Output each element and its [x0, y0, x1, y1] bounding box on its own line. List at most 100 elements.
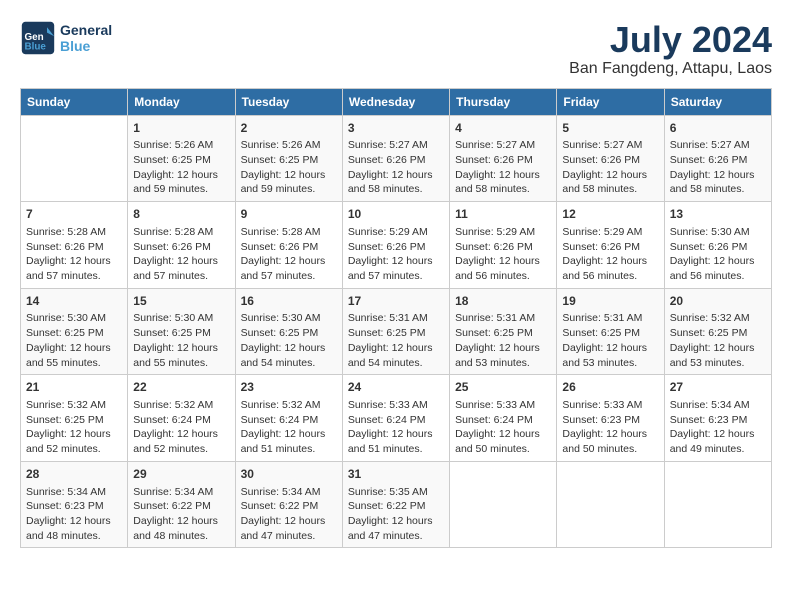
cell-content: Sunrise: 5:33 AM Sunset: 6:24 PM Dayligh… — [455, 398, 551, 457]
logo-text: General Blue — [60, 22, 112, 54]
day-number: 3 — [348, 120, 444, 137]
cell-content: Sunrise: 5:31 AM Sunset: 6:25 PM Dayligh… — [348, 311, 444, 370]
day-number: 24 — [348, 379, 444, 396]
cell-content: Sunrise: 5:27 AM Sunset: 6:26 PM Dayligh… — [670, 138, 766, 197]
day-header-friday: Friday — [557, 88, 664, 115]
calendar-week-row: 7 Sunrise: 5:28 AM Sunset: 6:26 PM Daylig… — [21, 202, 772, 289]
day-number: 18 — [455, 293, 551, 310]
day-number: 14 — [26, 293, 122, 310]
calendar-header-row: SundayMondayTuesdayWednesdayThursdayFrid… — [21, 88, 772, 115]
calendar-week-row: 14Sunrise: 5:30 AM Sunset: 6:25 PM Dayli… — [21, 288, 772, 375]
cell-content: Sunrise: 5:29 AM Sunset: 6:26 PM Dayligh… — [455, 225, 551, 284]
calendar-week-row: 21 Sunrise: 5:32 AM Sunset: 6:25 PM Dayli… — [21, 375, 772, 462]
cell-content: Sunrise: 5:30 AM Sunset: 6:26 PM Dayligh… — [670, 225, 766, 284]
title-area: July 2024 Ban Fangdeng, Attapu, Laos — [569, 20, 772, 78]
calendar-cell — [664, 461, 771, 548]
day-number: 21 — [26, 379, 122, 396]
calendar-cell: 11 Sunrise: 5:29 AM Sunset: 6:26 PM Dayli… — [450, 202, 557, 289]
day-header-monday: Monday — [128, 88, 235, 115]
day-number: 23 — [241, 379, 337, 396]
cell-content: Sunrise: 5:29 AM Sunset: 6:26 PM Dayligh… — [348, 225, 444, 284]
calendar-cell: 9Sunrise: 5:28 AM Sunset: 6:26 PM Daylig… — [235, 202, 342, 289]
calendar-cell: 4Sunrise: 5:27 AM Sunset: 6:26 PM Daylig… — [450, 115, 557, 202]
day-number: 12 — [562, 206, 658, 223]
cell-content: Sunrise: 5:28 AM Sunset: 6:26 PM Dayligh… — [241, 225, 337, 284]
day-number: 7 — [26, 206, 122, 223]
cell-content: Sunrise: 5:29 AM Sunset: 6:26 PM Dayligh… — [562, 225, 658, 284]
calendar-cell: 29Sunrise: 5:34 AM Sunset: 6:22 PM Dayli… — [128, 461, 235, 548]
day-number: 22 — [133, 379, 229, 396]
calendar-cell: 20Sunrise: 5:32 AM Sunset: 6:25 PM Dayli… — [664, 288, 771, 375]
calendar-week-row: 28 Sunrise: 5:34 AM Sunset: 6:23 PM Dayli… — [21, 461, 772, 548]
calendar-cell: 22Sunrise: 5:32 AM Sunset: 6:24 PM Dayli… — [128, 375, 235, 462]
calendar-body: 1Sunrise: 5:26 AM Sunset: 6:25 PM Daylig… — [21, 115, 772, 548]
cell-content: Sunrise: 5:31 AM Sunset: 6:25 PM Dayligh… — [562, 311, 658, 370]
calendar-cell: 25 Sunrise: 5:33 AM Sunset: 6:24 PM Dayli… — [450, 375, 557, 462]
cell-content: Sunrise: 5:34 AM Sunset: 6:23 PM Dayligh… — [26, 485, 122, 544]
calendar-cell: 26 Sunrise: 5:33 AM Sunset: 6:23 PM Dayli… — [557, 375, 664, 462]
calendar-cell: 17Sunrise: 5:31 AM Sunset: 6:25 PM Dayli… — [342, 288, 449, 375]
day-number: 16 — [241, 293, 337, 310]
cell-content: Sunrise: 5:30 AM Sunset: 6:25 PM Dayligh… — [26, 311, 122, 370]
day-header-tuesday: Tuesday — [235, 88, 342, 115]
cell-content: Sunrise: 5:34 AM Sunset: 6:23 PM Dayligh… — [670, 398, 766, 457]
cell-content: Sunrise: 5:28 AM Sunset: 6:26 PM Dayligh… — [133, 225, 229, 284]
day-number: 15 — [133, 293, 229, 310]
cell-content: Sunrise: 5:30 AM Sunset: 6:25 PM Dayligh… — [241, 311, 337, 370]
cell-content: Sunrise: 5:26 AM Sunset: 6:25 PM Dayligh… — [241, 138, 337, 197]
cell-content: Sunrise: 5:34 AM Sunset: 6:22 PM Dayligh… — [133, 485, 229, 544]
cell-content: Sunrise: 5:32 AM Sunset: 6:25 PM Dayligh… — [670, 311, 766, 370]
calendar-cell: 7 Sunrise: 5:28 AM Sunset: 6:26 PM Daylig… — [21, 202, 128, 289]
cell-content: Sunrise: 5:33 AM Sunset: 6:24 PM Dayligh… — [348, 398, 444, 457]
calendar-cell: 21 Sunrise: 5:32 AM Sunset: 6:25 PM Dayli… — [21, 375, 128, 462]
calendar-cell — [450, 461, 557, 548]
cell-content: Sunrise: 5:26 AM Sunset: 6:25 PM Dayligh… — [133, 138, 229, 197]
cell-content: Sunrise: 5:27 AM Sunset: 6:26 PM Dayligh… — [455, 138, 551, 197]
day-number: 10 — [348, 206, 444, 223]
calendar-cell: 12 Sunrise: 5:29 AM Sunset: 6:26 PM Dayli… — [557, 202, 664, 289]
calendar-cell: 30 Sunrise: 5:34 AM Sunset: 6:22 PM Dayli… — [235, 461, 342, 548]
day-number: 4 — [455, 120, 551, 137]
day-number: 31 — [348, 466, 444, 483]
calendar-cell: 19Sunrise: 5:31 AM Sunset: 6:25 PM Dayli… — [557, 288, 664, 375]
calendar-cell: 31Sunrise: 5:35 AM Sunset: 6:22 PM Dayli… — [342, 461, 449, 548]
calendar-cell — [21, 115, 128, 202]
calendar-cell: 18Sunrise: 5:31 AM Sunset: 6:25 PM Dayli… — [450, 288, 557, 375]
day-number: 8 — [133, 206, 229, 223]
cell-content: Sunrise: 5:32 AM Sunset: 6:25 PM Dayligh… — [26, 398, 122, 457]
page-header: Gen Blue General Blue July 2024 Ban Fang… — [20, 20, 772, 78]
calendar-cell: 27 Sunrise: 5:34 AM Sunset: 6:23 PM Dayli… — [664, 375, 771, 462]
day-number: 17 — [348, 293, 444, 310]
subtitle: Ban Fangdeng, Attapu, Laos — [569, 60, 772, 78]
cell-content: Sunrise: 5:27 AM Sunset: 6:26 PM Dayligh… — [348, 138, 444, 197]
day-number: 28 — [26, 466, 122, 483]
day-number: 25 — [455, 379, 551, 396]
calendar-table: SundayMondayTuesdayWednesdayThursdayFrid… — [20, 88, 772, 549]
day-number: 1 — [133, 120, 229, 137]
day-number: 26 — [562, 379, 658, 396]
calendar-cell: 28 Sunrise: 5:34 AM Sunset: 6:23 PM Dayli… — [21, 461, 128, 548]
calendar-week-row: 1Sunrise: 5:26 AM Sunset: 6:25 PM Daylig… — [21, 115, 772, 202]
day-header-saturday: Saturday — [664, 88, 771, 115]
calendar-cell: 15Sunrise: 5:30 AM Sunset: 6:25 PM Dayli… — [128, 288, 235, 375]
logo: Gen Blue General Blue — [20, 20, 112, 56]
cell-content: Sunrise: 5:31 AM Sunset: 6:25 PM Dayligh… — [455, 311, 551, 370]
calendar-cell: 1Sunrise: 5:26 AM Sunset: 6:25 PM Daylig… — [128, 115, 235, 202]
day-header-wednesday: Wednesday — [342, 88, 449, 115]
calendar-cell: 16Sunrise: 5:30 AM Sunset: 6:25 PM Dayli… — [235, 288, 342, 375]
cell-content: Sunrise: 5:32 AM Sunset: 6:24 PM Dayligh… — [241, 398, 337, 457]
day-number: 19 — [562, 293, 658, 310]
cell-content: Sunrise: 5:34 AM Sunset: 6:22 PM Dayligh… — [241, 485, 337, 544]
cell-content: Sunrise: 5:28 AM Sunset: 6:26 PM Dayligh… — [26, 225, 122, 284]
cell-content: Sunrise: 5:33 AM Sunset: 6:23 PM Dayligh… — [562, 398, 658, 457]
day-number: 11 — [455, 206, 551, 223]
calendar-cell: 23 Sunrise: 5:32 AM Sunset: 6:24 PM Dayli… — [235, 375, 342, 462]
day-number: 30 — [241, 466, 337, 483]
day-number: 27 — [670, 379, 766, 396]
day-number: 2 — [241, 120, 337, 137]
day-number: 20 — [670, 293, 766, 310]
calendar-cell: 10 Sunrise: 5:29 AM Sunset: 6:26 PM Dayli… — [342, 202, 449, 289]
main-title: July 2024 — [569, 20, 772, 60]
calendar-cell — [557, 461, 664, 548]
calendar-cell: 6Sunrise: 5:27 AM Sunset: 6:26 PM Daylig… — [664, 115, 771, 202]
